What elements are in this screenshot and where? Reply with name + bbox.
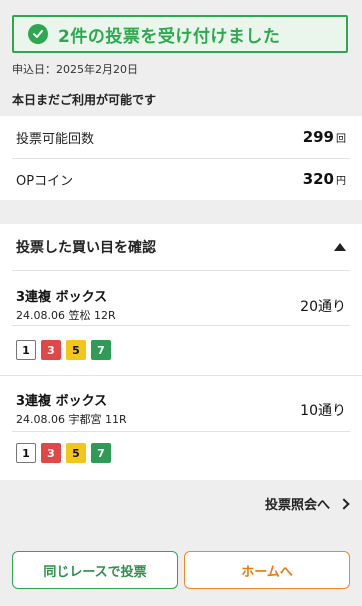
availability-title: 本日まだご利用が可能です: [12, 93, 157, 107]
number-badge: 7: [91, 443, 111, 463]
bet-race: 24.08.06 笠松 12R: [16, 309, 116, 322]
success-message: 2件の投票を受け付けました: [58, 26, 281, 47]
number-badge: 5: [66, 443, 86, 463]
coins-label: OPコイン: [16, 173, 74, 189]
apply-date: 申込日：2025年2月20日: [12, 63, 138, 76]
bet-count: 20通り: [300, 299, 346, 315]
bet-count: 10通り: [300, 403, 346, 419]
bets-title: 投票した買い目を確認: [16, 240, 156, 256]
bet-race: 24.08.06 宇都宮 11R: [16, 413, 127, 426]
divider: [0, 375, 362, 376]
home-button[interactable]: ホームへ: [184, 551, 350, 589]
check-circle-icon: [28, 24, 48, 44]
number-badge: 5: [66, 340, 86, 360]
info-card: 投票可能回数 299 回 OPコイン 320 円: [0, 116, 362, 200]
bet-item: 3連複 ボックス 24.08.06 宇都宮 11R 10通り: [16, 390, 346, 427]
number-badge: 1: [16, 443, 36, 463]
history-link[interactable]: 投票照会へ: [264, 494, 350, 513]
bet-type: 3連複 ボックス: [16, 290, 108, 305]
bet-numbers: 1 3 5 7: [16, 340, 111, 360]
bet-item: 3連複 ボックス 24.08.06 笠松 12R 20通り: [16, 286, 346, 323]
number-badge: 7: [91, 340, 111, 360]
history-link-label: 投票照会へ: [264, 498, 330, 513]
coins-row: OPコイン 320 円: [16, 158, 346, 200]
success-banner: 2件の投票を受け付けました: [12, 15, 348, 53]
divider: [12, 270, 350, 271]
bet-numbers: 1 3 5 7: [16, 443, 111, 463]
votes-row: 投票可能回数 299 回: [16, 116, 346, 158]
divider: [12, 325, 350, 326]
coins-value: 320 円: [302, 170, 346, 188]
divider: [12, 431, 350, 432]
bet-type: 3連複 ボックス: [16, 394, 108, 409]
bets-card: 投票した買い目を確認 3連複 ボックス 24.08.06 笠松 12R 20通り…: [0, 224, 362, 480]
number-badge: 3: [41, 443, 61, 463]
same-race-vote-button[interactable]: 同じレースで投票: [12, 551, 178, 589]
chevron-right-icon: [338, 497, 350, 510]
number-badge: 3: [41, 340, 61, 360]
votes-value: 299 回: [302, 128, 346, 146]
number-badge: 1: [16, 340, 36, 360]
caret-up-icon: [334, 243, 346, 251]
votes-label: 投票可能回数: [16, 131, 95, 147]
bets-toggle[interactable]: 投票した買い目を確認: [16, 224, 346, 270]
